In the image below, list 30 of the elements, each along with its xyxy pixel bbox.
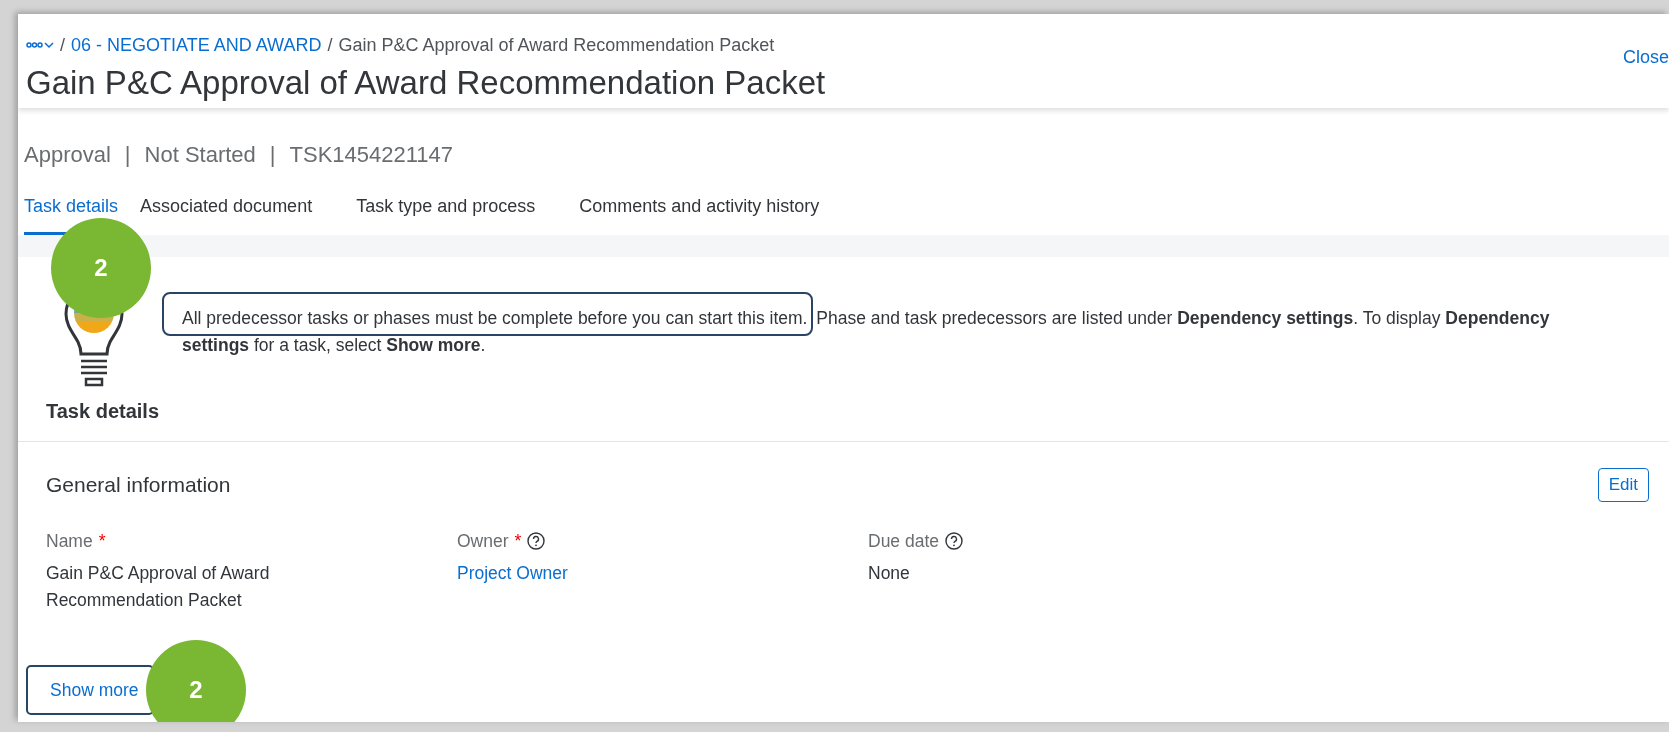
field-value: None [868, 561, 911, 585]
help-icon[interactable] [945, 531, 964, 550]
breadcrumb-current: Gain P&C Approval of Award Recommendation Packet [338, 34, 775, 57]
breadcrumb-link[interactable]: 06 - NEGOTIATE AND AWARD [71, 32, 322, 59]
section-heading: Task details [45, 399, 161, 424]
breadcrumb-separator: / [60, 34, 65, 57]
breadcrumb-separator: / [327, 34, 333, 57]
close-link[interactable]: Close [1622, 44, 1669, 71]
status-separator: | [269, 141, 276, 169]
required-mark: * [514, 529, 522, 553]
status-text: Not Started [144, 141, 256, 169]
status-separator: | [124, 141, 131, 169]
field-label: Due date [868, 529, 940, 553]
page-title: Gain P&C Approval of Award Recommendation Packet [26, 63, 827, 103]
required-mark: * [98, 529, 106, 553]
status-text: Approval [24, 141, 111, 169]
status-text: TSK1454221147 [289, 141, 454, 169]
callout-tooltip: 2 [51, 218, 151, 318]
callout-tooltip: 2 [146, 640, 246, 722]
edit-button[interactable]: Edit [1597, 468, 1649, 502]
help-icon[interactable] [527, 531, 546, 550]
section-heading: General information [46, 472, 231, 498]
tab[interactable]: Task type and process [356, 189, 558, 235]
field-label: Owner [457, 529, 509, 553]
owner-link[interactable]: Project Owner [457, 559, 737, 587]
tab[interactable]: Comments and activity history [579, 189, 842, 235]
hint-text: All predecessor tasks or phases must be complete before you can start this item. Phase and task predecessors are listed under Dependency settings. To display Dependency settings for a task, select Show more. [162, 283, 1550, 391]
show-more-button[interactable]: Show more [26, 665, 154, 715]
field-label: Name [46, 529, 93, 553]
field-value: Gain P&C Approval of Award Recommendation Packet [46, 561, 271, 612]
